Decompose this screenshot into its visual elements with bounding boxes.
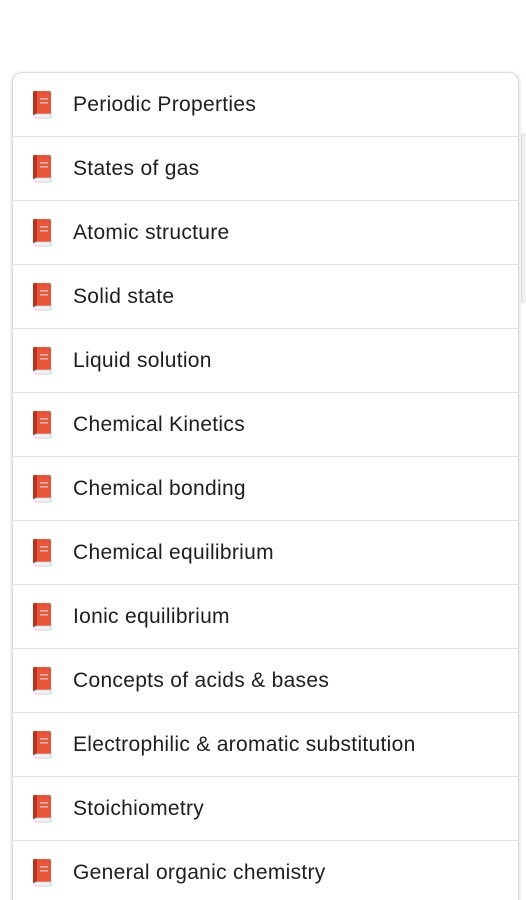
list-item[interactable]: Chemical equilibrium <box>13 521 518 585</box>
list-item-label: Atomic structure <box>73 220 230 244</box>
list-item[interactable]: Periodic Properties <box>13 73 518 137</box>
list-item[interactable]: Chemical Kinetics <box>13 393 518 457</box>
book-icon <box>33 474 52 502</box>
book-icon <box>33 730 52 758</box>
list-item[interactable]: Stoichiometry <box>13 777 518 841</box>
list-item-label: Periodic Properties <box>73 92 257 116</box>
list-item[interactable]: Solid state <box>13 265 518 329</box>
book-icon <box>33 666 52 694</box>
book-icon <box>33 410 52 438</box>
list-item[interactable]: General organic chemistry <box>13 841 518 900</box>
book-icon <box>33 858 52 886</box>
book-icon <box>33 218 52 246</box>
list-item[interactable]: Concepts of acids & bases <box>13 649 518 713</box>
book-icon <box>33 282 52 310</box>
list-item-label: Solid state <box>73 284 175 308</box>
list-item[interactable]: Ionic equilibrium <box>13 585 518 649</box>
list-item-label: Chemical bonding <box>73 476 246 500</box>
topics-list: Periodic Properties States of gas Atomic… <box>12 72 519 900</box>
list-item-label: Chemical Kinetics <box>73 412 245 436</box>
list-item[interactable]: Chemical bonding <box>13 457 518 521</box>
list-item-label: General organic chemistry <box>73 860 326 884</box>
side-panel-handle[interactable] <box>521 133 526 303</box>
book-icon <box>33 794 52 822</box>
list-item-label: Concepts of acids & bases <box>73 668 330 692</box>
list-item[interactable]: Electrophilic & aromatic substitution <box>13 713 518 777</box>
book-icon <box>33 346 52 374</box>
list-item[interactable]: Liquid solution <box>13 329 518 393</box>
book-icon <box>33 602 52 630</box>
app-screen: Periodic Properties States of gas Atomic… <box>0 0 526 900</box>
book-icon <box>33 154 52 182</box>
book-icon <box>33 538 52 566</box>
list-item-label: Liquid solution <box>73 348 212 372</box>
list-item-label: Chemical equilibrium <box>73 540 274 564</box>
list-item-label: States of gas <box>73 156 200 180</box>
list-item-label: Ionic equilibrium <box>73 604 230 628</box>
list-item-label: Electrophilic & aromatic substitution <box>73 732 416 756</box>
list-item-label: Stoichiometry <box>73 796 205 820</box>
list-item[interactable]: Atomic structure <box>13 201 518 265</box>
book-icon <box>33 90 52 118</box>
list-item[interactable]: States of gas <box>13 137 518 201</box>
